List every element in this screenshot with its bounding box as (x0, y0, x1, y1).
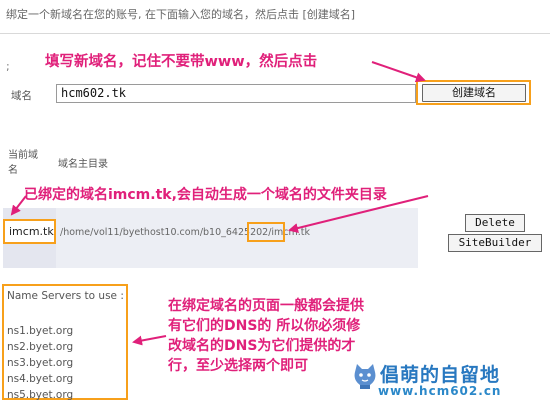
cat-mascot-icon (354, 364, 376, 389)
arrow-to-name-servers (132, 335, 167, 346)
list-item: ns3.byet.org (7, 357, 74, 369)
domain-label: 域名 (11, 90, 32, 102)
list-item: ns4.byet.org (7, 373, 74, 385)
header-domain-root: 域名主目录 (58, 159, 108, 170)
list-item: ns5.byet.org (7, 389, 74, 401)
watermark-url: www.hcm602.cn (378, 384, 502, 398)
list-item: ns2.byet.org (7, 341, 74, 353)
header-current-domain: 当前域名 (8, 150, 38, 176)
stray-semicolon: ; (6, 60, 10, 73)
arrow-to-create-button (371, 61, 426, 83)
mounted-domain: imcm.tk (9, 225, 54, 238)
table-cell-path-bg (56, 208, 418, 268)
annotation-bottom-line: 改域名的DNS为它们提供的才 (168, 338, 356, 354)
name-servers-list: ns1.byet.org ns2.byet.org ns3.byet.org n… (7, 323, 73, 403)
watermark-title: 倡萌的自留地 (380, 364, 501, 386)
divider (0, 33, 550, 34)
annotation-middle: 已绑定的域名imcm.tk,会自动生成一个域名的文件夹目录 (24, 187, 387, 203)
name-servers-title: Name Servers to use : (7, 290, 124, 302)
list-item: ns1.byet.org (7, 325, 74, 337)
domain-input[interactable]: hcm602.tk (56, 84, 416, 103)
create-domain-button[interactable]: 创建域名 (422, 84, 526, 102)
intro-text: 绑定一个新域名在您的账号, 在下面输入您的域名，然后点击 [创建域名] (6, 8, 356, 21)
annotation-bottom-line: 有它们的DNS的 所以你必须修 (168, 318, 361, 334)
sitebuilder-button[interactable]: SiteBuilder (448, 234, 542, 252)
annotation-bottom-line: 在绑定域名的页面一般都会提供 (168, 298, 364, 314)
delete-button[interactable]: Delete (465, 214, 525, 232)
path-folder-highlight (247, 222, 285, 242)
annotation-top: 填写新域名，记住不要带www，然后点击 (45, 54, 318, 70)
